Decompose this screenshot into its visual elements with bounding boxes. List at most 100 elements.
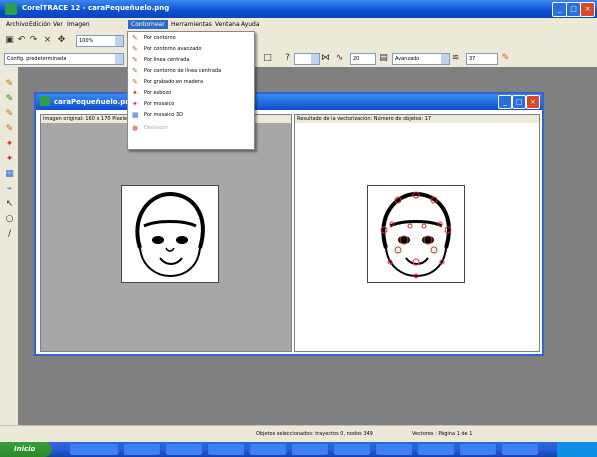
threshold-value: 37	[469, 56, 476, 62]
menu-herramientas[interactable]: Herramientas	[168, 20, 215, 29]
menu-imagen[interactable]: Imagen	[64, 20, 93, 29]
trace-centerline-icon: ✎	[132, 56, 138, 64]
status-bar: Objetos seleccionados: trayectos 0, nodo…	[0, 425, 597, 443]
woodcut-icon: ✎	[132, 78, 138, 86]
start-button[interactable]: Inicio	[0, 442, 52, 457]
taskbar-item[interactable]	[460, 444, 496, 455]
document-icon	[40, 96, 50, 106]
mosaic-icon: ✦	[132, 100, 138, 108]
color-swatch-icon[interactable]: □	[262, 53, 273, 64]
traced-image	[367, 185, 465, 283]
trace-outline-tool-icon[interactable]: ✎	[4, 94, 15, 105]
trace-centerline-outline-icon: ✎	[132, 67, 138, 75]
trace-result-pane[interactable]: Resultado de la vectorización: Número de…	[294, 114, 540, 352]
taskbar-item[interactable]	[250, 444, 286, 455]
smoothing-value: 20	[353, 56, 360, 62]
chevron-down-icon	[441, 54, 449, 64]
menu-item-contorno-avanzado[interactable]: ✎ Por contorno avanzado	[130, 45, 252, 54]
undo-icon: ●	[132, 124, 139, 132]
chevron-down-icon	[311, 54, 319, 64]
document-window: caraPequeñuelo.png _ □ × Imagen original…	[34, 92, 544, 356]
girl-face-traced-icon	[380, 191, 452, 279]
mosaic-3d-icon: ▦	[132, 111, 139, 119]
zoom-value: 100%	[79, 38, 94, 44]
close-button[interactable]: ×	[580, 2, 595, 17]
taskbar-item[interactable]	[166, 444, 202, 455]
sketch-tool-icon[interactable]: ✦	[4, 139, 15, 150]
undo-icon[interactable]: ↶	[16, 35, 27, 46]
app-title-bar: CorelTRACE 12 - caraPequeñuelo.png _ □ ×	[0, 0, 597, 18]
mode-combo[interactable]: Avanzado	[392, 53, 450, 65]
selection-status: Objetos seleccionados: trayectos 0, nodo…	[256, 431, 373, 437]
taskbar-item[interactable]	[124, 444, 160, 455]
taskbar-item[interactable]	[418, 444, 454, 455]
menu-item-por-contorno[interactable]: ✎ Por contorno	[130, 34, 252, 43]
page-status: Vectores : Página 1 de 1	[412, 431, 473, 437]
mode-icon: ▤	[379, 53, 388, 63]
doc-minimize-button[interactable]: _	[498, 95, 512, 109]
redo-icon[interactable]: ↷	[28, 35, 39, 46]
document-title: caraPequeñuelo.png	[54, 98, 136, 106]
taskbar-item[interactable]	[376, 444, 412, 455]
node-combo[interactable]	[294, 53, 320, 65]
smoothing-field[interactable]: 20	[350, 53, 376, 65]
menu-item-linea-centrada[interactable]: ✎ Por línea centrada	[130, 56, 252, 65]
standard-toolbar: ▣ ↶ ↷ × ✥ 100%	[0, 31, 597, 50]
mosaic-tool-icon[interactable]: ✦	[4, 154, 15, 165]
menu-item-mosaico[interactable]: ✦ Por mosaico	[130, 100, 252, 109]
woodcut-tool-icon[interactable]: ✎	[4, 124, 15, 135]
mode-value: Avanzado	[395, 56, 420, 62]
pan-icon[interactable]: ✥	[56, 35, 67, 46]
trace-advanced-icon: ✎	[132, 45, 138, 53]
maximize-button[interactable]: □	[566, 2, 581, 17]
taskbar-item[interactable]	[208, 444, 244, 455]
pointer-tool-icon[interactable]: ↖	[4, 199, 15, 210]
girl-face-original-icon	[135, 191, 205, 278]
system-tray	[557, 442, 597, 457]
menu-item-deshacer: ● Deshacer	[132, 124, 168, 132]
taskbar: Inicio	[0, 442, 597, 457]
property-bar: Config. predeterminada □ ? ⋈ ∿ 20 ▤ Avan…	[0, 49, 597, 67]
taskbar-quicklaunch[interactable]	[70, 444, 118, 455]
contornear-menu: ✎ Por contorno ✎ Por contorno avanzado ✎…	[127, 31, 255, 150]
doc-close-button[interactable]: ×	[526, 95, 540, 109]
open-icon[interactable]: ▣	[4, 35, 15, 46]
menu-item-mosaico-3d[interactable]: ▦ Por mosaico 3D	[130, 111, 252, 120]
menu-item-grabado-madera[interactable]: ✎ Por grabado en madera	[130, 78, 252, 87]
chevron-down-icon	[115, 36, 123, 46]
trace-result-header: Resultado de la vectorización: Número de…	[295, 115, 539, 123]
trace-tool-icon[interactable]: ✎	[4, 79, 15, 90]
brush-icon[interactable]: ✎	[500, 53, 511, 64]
centerline-tool-icon[interactable]: ✎	[4, 109, 15, 120]
menu-item-esbozo[interactable]: ✦ Por esbozo	[130, 89, 252, 98]
taskbar-item[interactable]	[502, 444, 538, 455]
minimize-button[interactable]: _	[552, 2, 567, 17]
threshold-field[interactable]: 37	[466, 53, 498, 65]
chevron-down-icon	[115, 54, 123, 64]
start-label: Inicio	[14, 445, 36, 453]
doc-maximize-button[interactable]: □	[512, 95, 526, 109]
trace-outline-icon: ✎	[132, 34, 138, 42]
delete-icon[interactable]: ×	[42, 35, 53, 46]
mosaic-3d-tool-icon[interactable]: ▦	[4, 169, 15, 180]
document-title-bar: caraPequeñuelo.png _ □ ×	[36, 94, 542, 110]
smoothing-icon: ∿	[335, 53, 344, 63]
menu-ayuda[interactable]: Ayuda	[238, 20, 263, 29]
taskbar-item[interactable]	[334, 444, 370, 455]
menu-contornear[interactable]: Contornear	[128, 20, 168, 29]
taskbar-item[interactable]	[292, 444, 328, 455]
eyedropper-tool-icon[interactable]: ∕	[4, 229, 15, 240]
app-icon	[5, 3, 17, 15]
zoom-combo[interactable]: 100%	[76, 35, 124, 47]
preset-value: Config. predeterminada	[7, 56, 67, 62]
menu-item-contorno-linea-centrada[interactable]: ✎ Por contorno de línea centrada	[130, 67, 252, 76]
node-count-icon: ?	[285, 53, 290, 63]
zoom-tool-icon[interactable]: ○	[4, 214, 15, 225]
app-title: CorelTRACE 12 - caraPequeñuelo.png	[22, 4, 170, 12]
sketch-icon: ✦	[132, 89, 138, 97]
preset-combo[interactable]: Config. predeterminada	[4, 53, 124, 65]
original-image	[121, 185, 219, 283]
tool-strip: ✎ ✎ ✎ ✎ ✦ ✦ ▦ ⌁ ↖ ○ ∕	[0, 67, 18, 442]
menu-bar: Archivo Edición Ver Imagen Contornear He…	[0, 18, 597, 31]
wand-tool-icon[interactable]: ⌁	[4, 184, 15, 195]
